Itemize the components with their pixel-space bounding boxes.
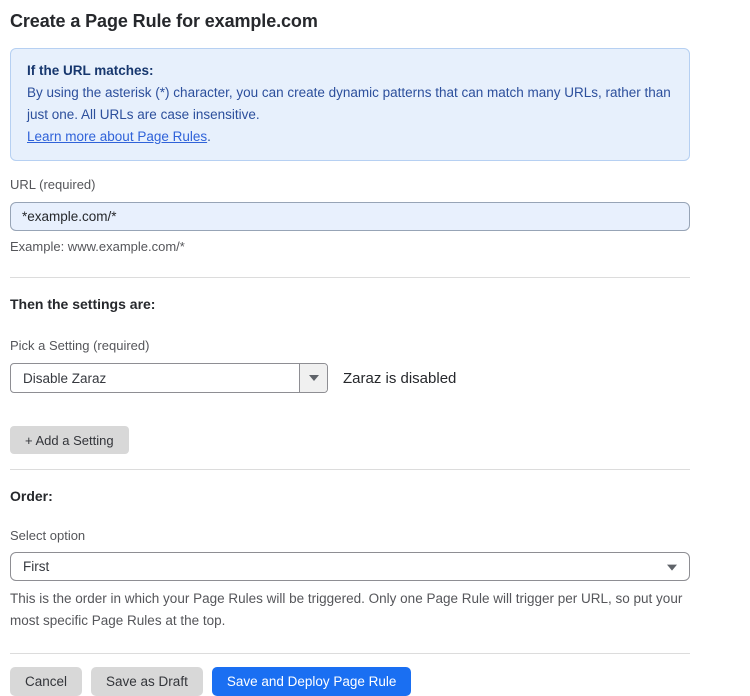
setting-row: Disable Zaraz Zaraz is disabled <box>10 363 690 393</box>
learn-more-link[interactable]: Learn more about Page Rules <box>27 129 207 144</box>
page-title: Create a Page Rule for example.com <box>10 10 690 32</box>
url-match-info-box: If the URL matches: By using the asteris… <box>10 48 690 161</box>
setting-picker-label: Pick a Setting (required) <box>10 338 690 354</box>
url-field-label: URL (required) <box>10 177 690 193</box>
section-divider <box>10 653 690 654</box>
section-divider <box>10 277 690 278</box>
setting-dropdown-value: Disable Zaraz <box>11 364 299 392</box>
chevron-down-icon <box>667 564 677 570</box>
order-section-heading: Order: <box>10 488 690 504</box>
order-help-text: This is the order in which your Page Rul… <box>10 588 690 632</box>
setting-dropdown-caret-button[interactable] <box>299 364 327 392</box>
save-as-draft-button[interactable]: Save as Draft <box>91 667 203 696</box>
info-box-heading: If the URL matches: <box>27 60 673 81</box>
add-setting-button[interactable]: + Add a Setting <box>10 426 129 454</box>
info-box-link-line: Learn more about Page Rules. <box>27 126 673 148</box>
page-rule-form: Create a Page Rule for example.com If th… <box>0 0 750 670</box>
settings-section-heading: Then the settings are: <box>10 296 690 312</box>
chevron-down-icon <box>309 375 319 381</box>
link-period: . <box>207 129 211 144</box>
setting-status-text: Zaraz is disabled <box>343 370 456 387</box>
setting-dropdown[interactable]: Disable Zaraz <box>10 363 328 393</box>
order-select-label: Select option <box>10 528 690 544</box>
info-box-body: By using the asterisk (*) character, you… <box>27 82 673 126</box>
order-select-value: First <box>23 559 49 574</box>
url-input[interactable] <box>10 202 690 231</box>
section-divider <box>10 469 690 470</box>
save-and-deploy-button[interactable]: Save and Deploy Page Rule <box>212 667 412 696</box>
url-example-text: Example: www.example.com/* <box>10 239 690 254</box>
order-select[interactable]: First <box>10 552 690 581</box>
form-actions: Cancel Save as Draft Save and Deploy Pag… <box>10 667 690 696</box>
cancel-button[interactable]: Cancel <box>10 667 82 696</box>
